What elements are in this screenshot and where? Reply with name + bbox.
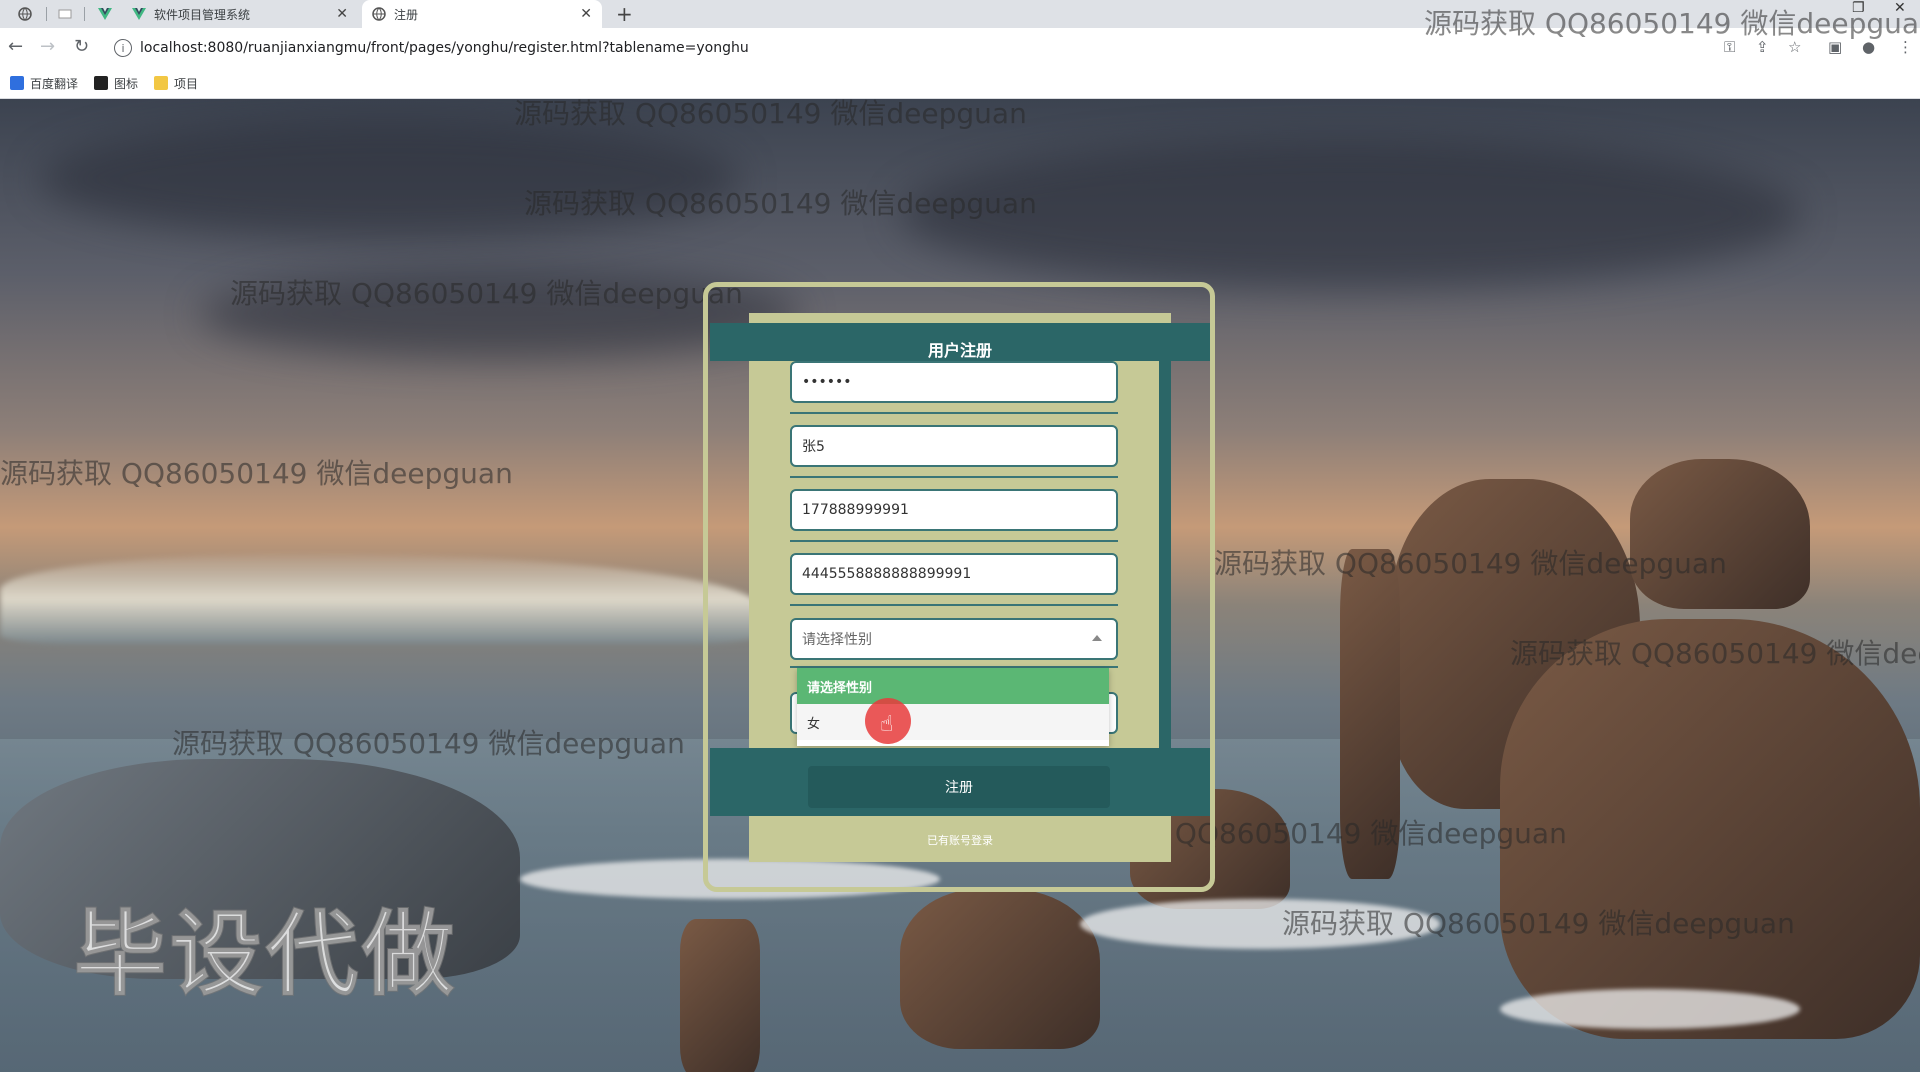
translate-icon [10,76,24,90]
close-icon[interactable]: ✕ [336,6,348,22]
vue-icon [98,7,112,21]
watermark: 源码获取 QQ86050149 微信deepguan [1214,547,1727,580]
password-field[interactable]: •••••• [790,361,1118,403]
name-field[interactable]: 张5 [790,425,1118,467]
tab-pinned-vue[interactable] [88,0,118,28]
idcard-field[interactable]: 4445558888888899991 [790,553,1118,595]
info-icon[interactable]: i [114,39,132,57]
name-value: 张5 [802,439,825,455]
watermark: 源码获取 QQ86050149 微信deepguan [0,457,513,490]
tab-label: 注册 [394,7,419,22]
bookmark-baidu-translate[interactable]: 百度翻译 [10,75,78,92]
login-link[interactable]: 已有账号登录 [749,832,1171,848]
tab-project-system[interactable]: 软件项目管理系统 ✕ [122,0,358,28]
watermark: 源码获取 QQ86050149 微信deepguan [1282,907,1795,940]
forward-icon[interactable]: → [40,36,55,57]
new-tab-icon[interactable]: + [616,2,633,26]
watermark-large: 毕设代做 [73,900,459,1009]
watermark: 源码获取 QQ86050149 微信deepguan [1424,7,1920,40]
tab-pinned-2[interactable] [48,0,82,28]
gender-dropdown: 请选择性别 女 [797,668,1109,746]
url-text: localhost:8080/ruanjianxiangmu/front/pag… [140,40,749,56]
tab-label: 软件项目管理系统 [154,7,251,22]
watermark: 源码获取 QQ86050149 微信deepguan [230,277,743,310]
divider [790,476,1118,478]
watermark: 源码获取 QQ86050149 微信deepguan [172,727,685,760]
caret-up-icon [1092,635,1102,641]
image-icon [94,76,109,90]
back-icon[interactable]: ← [8,36,23,57]
watermark: 源码获取 QQ86050149 微信deepguan [524,187,1037,220]
watermark: 源码获取 QQ86050149 微信deepguan [514,97,1027,130]
bookmark-icons[interactable]: 图标 [94,75,138,92]
form-scrollbar[interactable] [1159,360,1171,748]
watermark: 源码获取 QQ86050149 微信deepguan [1510,637,1920,670]
gender-option[interactable]: 请选择性别 [797,668,1109,704]
divider [790,604,1118,606]
bookmark-project[interactable]: 项目 [154,75,198,92]
bookmark-label: 项目 [174,76,199,91]
globe-icon [18,7,32,21]
gender-select[interactable]: 请选择性别 [790,618,1118,660]
bookmark-label: 图标 [114,76,139,91]
register-button[interactable]: 注册 [808,766,1110,808]
blank-page-icon [58,7,72,21]
close-icon[interactable]: ✕ [580,6,592,22]
hand-cursor-icon: ☝ [880,712,894,737]
divider [790,540,1118,542]
divider [790,412,1118,414]
idcard-value: 4445558888888899991 [802,566,972,582]
folder-icon [154,76,169,90]
gender-select-value: 请选择性别 [802,632,872,648]
phone-value: 177888999991 [802,502,909,518]
phone-field[interactable]: 177888999991 [790,489,1118,531]
reload-icon[interactable]: ↻ [74,36,89,57]
globe-icon [372,7,386,21]
bookmark-label: 百度翻译 [30,76,79,91]
password-value: •••••• [802,374,852,390]
gender-option[interactable]: 女 [797,704,1109,740]
tab-register[interactable]: 注册 ✕ [362,0,602,28]
register-title: 用户注册 [927,341,992,360]
tab-pinned-1[interactable] [8,0,44,28]
vue-icon [132,7,146,21]
